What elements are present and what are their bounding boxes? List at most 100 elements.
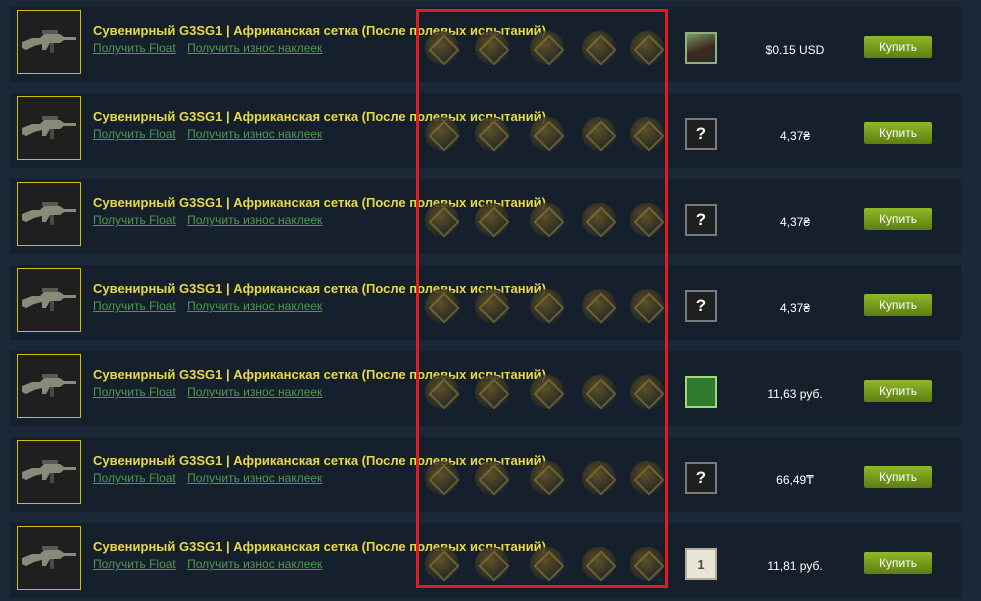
sticker-icon[interactable]	[630, 117, 664, 151]
get-float-link[interactable]: Получить Float	[93, 385, 176, 399]
stickers-group	[425, 275, 675, 335]
rifle-icon	[22, 460, 76, 483]
listing-links: Получить Float Получить износ наклеек	[93, 127, 322, 141]
sticker-icon[interactable]	[582, 461, 616, 495]
sticker-icon[interactable]	[582, 203, 616, 237]
stickers-group	[425, 17, 675, 77]
sticker-icon[interactable]	[582, 31, 616, 65]
listing-links: Получить Float Получить износ наклеек	[93, 557, 322, 571]
stickers-group	[425, 103, 675, 163]
get-float-link[interactable]: Получить Float	[93, 557, 176, 571]
get-float-link[interactable]: Получить Float	[93, 213, 176, 227]
listing-row: Сувенирный G3SG1 | Африканская сетка (По…	[10, 351, 961, 426]
get-sticker-wear-link[interactable]: Получить износ наклеек	[187, 127, 322, 141]
sticker-icon[interactable]	[630, 461, 664, 495]
price-label: 11,81 руб.	[767, 559, 823, 573]
sticker-icon[interactable]	[475, 289, 509, 323]
sticker-icon[interactable]	[425, 461, 459, 495]
sticker-icon[interactable]	[475, 547, 509, 581]
sticker-icon[interactable]	[475, 461, 509, 495]
buy-button[interactable]: Купить	[864, 208, 932, 230]
listing-row: Сувенирный G3SG1 | Африканская сетка (По…	[10, 93, 961, 168]
sticker-icon[interactable]	[425, 375, 459, 409]
rifle-icon	[22, 116, 76, 139]
weapon-thumbnail[interactable]	[17, 182, 81, 246]
sticker-icon[interactable]	[425, 203, 459, 237]
get-sticker-wear-link[interactable]: Получить износ наклеек	[187, 471, 322, 485]
sticker-icon[interactable]	[530, 547, 564, 581]
sticker-icon[interactable]	[582, 289, 616, 323]
seller-avatar[interactable]	[685, 32, 717, 64]
sticker-icon[interactable]	[530, 31, 564, 65]
seller-avatar[interactable]: ?	[685, 462, 717, 494]
buy-button[interactable]: Купить	[864, 294, 932, 316]
listing-row: Сувенирный G3SG1 | Африканская сетка (По…	[10, 7, 961, 82]
buy-button[interactable]: Купить	[864, 466, 932, 488]
buy-button[interactable]: Купить	[864, 380, 932, 402]
buy-button[interactable]: Купить	[864, 552, 932, 574]
rifle-icon	[22, 288, 76, 311]
seller-avatar[interactable]: 1	[685, 548, 717, 580]
price-label: 66,49₸	[776, 473, 814, 487]
sticker-icon[interactable]	[425, 289, 459, 323]
sticker-icon[interactable]	[475, 31, 509, 65]
get-sticker-wear-link[interactable]: Получить износ наклеек	[187, 213, 322, 227]
stickers-group	[425, 189, 675, 249]
sticker-icon[interactable]	[425, 117, 459, 151]
rifle-icon	[22, 202, 76, 225]
stickers-group	[425, 447, 675, 507]
sticker-icon[interactable]	[475, 375, 509, 409]
sticker-icon[interactable]	[630, 547, 664, 581]
stickers-group	[425, 533, 675, 593]
listing-links: Получить Float Получить износ наклеек	[93, 471, 322, 485]
buy-button[interactable]: Купить	[864, 122, 932, 144]
weapon-thumbnail[interactable]	[17, 526, 81, 590]
listing-row: Сувенирный G3SG1 | Африканская сетка (По…	[10, 437, 961, 512]
get-float-link[interactable]: Получить Float	[93, 299, 176, 313]
get-sticker-wear-link[interactable]: Получить износ наклеек	[187, 557, 322, 571]
sticker-icon[interactable]	[582, 375, 616, 409]
listing-links: Получить Float Получить износ наклеек	[93, 213, 322, 227]
stickers-group	[425, 361, 675, 421]
seller-avatar[interactable]: ?	[685, 118, 717, 150]
get-float-link[interactable]: Получить Float	[93, 41, 176, 55]
price-label: 11,63 руб.	[767, 387, 823, 401]
listing-row: Сувенирный G3SG1 | Африканская сетка (По…	[10, 523, 961, 598]
price-label: 4,37₴	[779, 215, 811, 229]
weapon-thumbnail[interactable]	[17, 10, 81, 74]
sticker-icon[interactable]	[475, 117, 509, 151]
weapon-thumbnail[interactable]	[17, 96, 81, 160]
get-float-link[interactable]: Получить Float	[93, 127, 176, 141]
buy-button[interactable]: Купить	[864, 36, 932, 58]
weapon-thumbnail[interactable]	[17, 268, 81, 332]
market-listings: Сувенирный G3SG1 | Африканская сетка (По…	[0, 0, 981, 601]
sticker-icon[interactable]	[425, 547, 459, 581]
rifle-icon	[22, 374, 76, 397]
weapon-thumbnail[interactable]	[17, 440, 81, 504]
listing-links: Получить Float Получить износ наклеек	[93, 41, 322, 55]
get-sticker-wear-link[interactable]: Получить износ наклеек	[187, 41, 322, 55]
sticker-icon[interactable]	[530, 461, 564, 495]
weapon-thumbnail[interactable]	[17, 354, 81, 418]
rifle-icon	[22, 30, 76, 53]
listing-row: Сувенирный G3SG1 | Африканская сетка (По…	[10, 179, 961, 254]
seller-avatar[interactable]: ?	[685, 290, 717, 322]
sticker-icon[interactable]	[582, 547, 616, 581]
sticker-icon[interactable]	[630, 31, 664, 65]
sticker-icon[interactable]	[425, 31, 459, 65]
sticker-icon[interactable]	[475, 203, 509, 237]
get-sticker-wear-link[interactable]: Получить износ наклеек	[187, 385, 322, 399]
sticker-icon[interactable]	[530, 289, 564, 323]
sticker-icon[interactable]	[630, 375, 664, 409]
sticker-icon[interactable]	[582, 117, 616, 151]
sticker-icon[interactable]	[530, 375, 564, 409]
sticker-icon[interactable]	[630, 289, 664, 323]
sticker-icon[interactable]	[530, 117, 564, 151]
sticker-icon[interactable]	[630, 203, 664, 237]
get-float-link[interactable]: Получить Float	[93, 471, 176, 485]
seller-avatar[interactable]: ?	[685, 204, 717, 236]
price-label: 4,37₴	[779, 129, 811, 143]
get-sticker-wear-link[interactable]: Получить износ наклеек	[187, 299, 322, 313]
seller-avatar[interactable]	[685, 376, 717, 408]
sticker-icon[interactable]	[530, 203, 564, 237]
